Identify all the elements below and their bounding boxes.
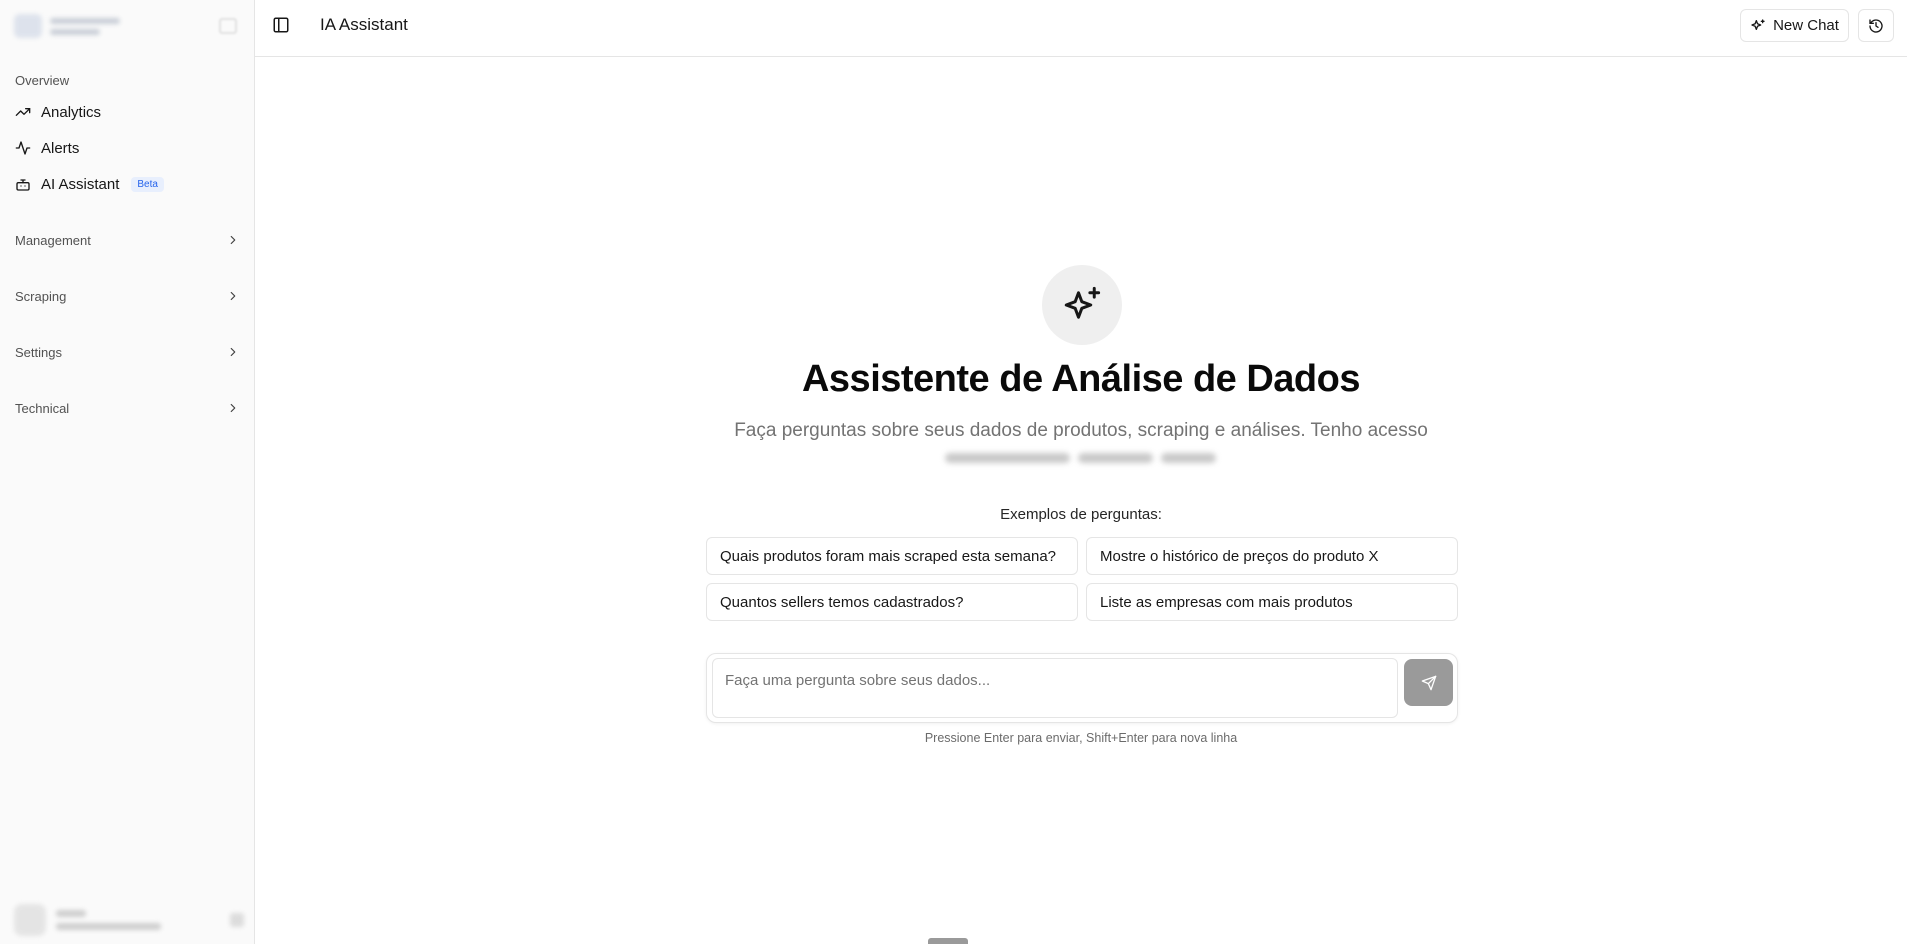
main-content: IA Assistant New Chat Assistente de Anál… <box>255 0 1907 944</box>
hero-title: Assistente de Análise de Dados <box>801 358 1361 400</box>
logo-text <box>50 17 120 35</box>
new-chat-label: New Chat <box>1773 17 1839 34</box>
beta-badge: Beta <box>131 176 164 192</box>
section-label: Management <box>15 232 91 248</box>
sidebar-item-analytics[interactable]: Analytics <box>8 96 246 128</box>
example-question-button[interactable]: Quantos sellers temos cadastrados? <box>706 583 1078 621</box>
examples-label: Exemplos de perguntas: <box>1000 506 1162 523</box>
send-icon <box>1421 675 1436 690</box>
sidebar-item-label: Analytics <box>41 103 102 121</box>
sidebar-item-label: Alerts <box>41 139 80 157</box>
example-question-button[interactable]: Liste as empresas com mais produtos <box>1086 583 1458 621</box>
app-root: Overview Analytics Alerts AI Assistant B… <box>0 0 1907 944</box>
sidebar: Overview Analytics Alerts AI Assistant B… <box>0 0 255 944</box>
trending-up-icon <box>15 108 31 116</box>
logo-mark <box>14 14 42 38</box>
sidebar-item-alerts[interactable]: Alerts <box>8 132 246 164</box>
group-label-overview: Overview <box>15 73 70 88</box>
chevron-right-icon <box>230 291 236 301</box>
section-label: Technical <box>15 400 70 416</box>
sparkles-icon <box>1064 286 1101 319</box>
new-chat-button[interactable]: New Chat <box>1740 9 1849 42</box>
hero-subtitle-redacted <box>945 447 1220 469</box>
send-button[interactable] <box>1404 659 1453 706</box>
brand-logo[interactable] <box>14 10 139 42</box>
sidebar-collapse-icon[interactable] <box>218 16 238 36</box>
sidebar-section-technical[interactable]: Technical <box>8 393 246 423</box>
sidebar-item-label: AI Assistant <box>41 175 120 193</box>
sidebar-section-settings[interactable]: Settings <box>8 337 246 367</box>
composer-hint: Pressione Enter para enviar, Shift+Enter… <box>924 731 1238 745</box>
sidebar-item-ai-assistant[interactable]: AI Assistant Beta <box>8 168 246 200</box>
user-menu[interactable] <box>14 902 244 938</box>
user-info <box>56 910 161 930</box>
section-label: Scraping <box>15 288 67 304</box>
sparkles-icon <box>1751 18 1765 30</box>
section-label: Settings <box>15 344 62 360</box>
scroll-handle[interactable] <box>928 938 968 944</box>
panel-left-icon <box>273 17 289 33</box>
chevron-right-icon <box>230 347 236 357</box>
hero-sparkles-icon <box>1042 265 1122 345</box>
chevron-right-icon <box>230 235 236 245</box>
sidebar-section-scraping[interactable]: Scraping <box>8 281 246 311</box>
example-question-button[interactable]: Quais produtos foram mais scraped esta s… <box>706 537 1078 575</box>
sidebar-section-management[interactable]: Management <box>8 225 246 255</box>
example-question-button[interactable]: Mostre o histórico de preços do produto … <box>1086 537 1458 575</box>
page-title: IA Assistant <box>320 15 408 34</box>
history-icon <box>1869 18 1883 33</box>
chat-composer <box>706 653 1458 723</box>
chat-input[interactable] <box>712 658 1398 718</box>
toggle-sidebar-button[interactable] <box>271 15 291 35</box>
chevron-up-down-icon <box>230 913 244 927</box>
avatar <box>14 904 46 936</box>
bot-icon <box>16 179 30 191</box>
chevron-right-icon <box>230 403 236 413</box>
history-button[interactable] <box>1858 9 1894 42</box>
hero-subtitle: Faça perguntas sobre seus dados de produ… <box>734 420 1428 441</box>
topbar: IA Assistant New Chat <box>255 0 1907 57</box>
activity-icon <box>15 141 31 155</box>
